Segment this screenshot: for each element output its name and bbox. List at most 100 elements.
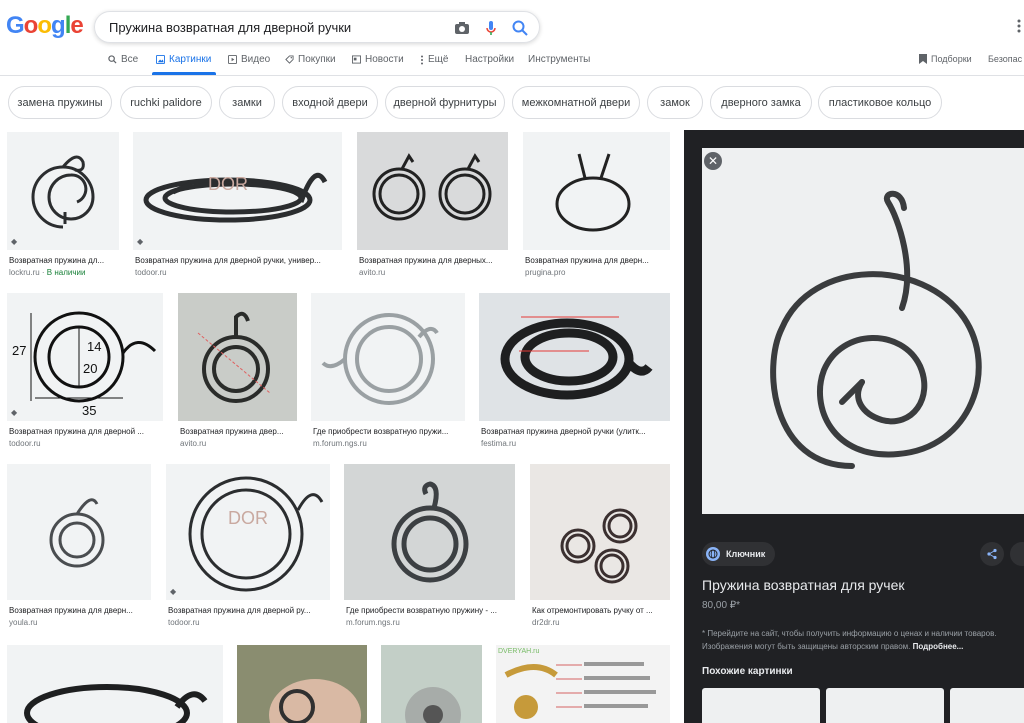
tag-icon: ◆ — [137, 237, 144, 246]
chip[interactable]: пластиковое кольцо — [818, 86, 942, 119]
bookmark-icon — [919, 54, 927, 64]
safesearch-link[interactable]: Безопас — [988, 54, 1022, 64]
preview-title[interactable]: Пружина возвратная для ручек — [702, 577, 905, 593]
spring-image — [49, 498, 105, 568]
tag-icon — [285, 55, 294, 64]
more-vert-icon — [421, 55, 423, 64]
tag-icon: ◆ — [11, 237, 18, 246]
spring-image — [197, 311, 271, 403]
chip[interactable]: замена пружины — [8, 86, 112, 119]
dimension-label: 20 — [83, 361, 97, 376]
result-source: dr2dr.ru — [532, 618, 560, 627]
result-image[interactable] — [178, 293, 297, 421]
result-caption[interactable]: Возвратная пружина дл... — [9, 256, 119, 265]
tab-settings[interactable]: Настройки — [465, 54, 514, 65]
result-image[interactable] — [344, 464, 515, 600]
chip[interactable]: дверного замка — [710, 86, 812, 119]
chip[interactable]: дверной фурнитуры — [385, 86, 505, 119]
result-image[interactable]: ◆ — [7, 132, 119, 250]
result-image[interactable] — [311, 293, 465, 421]
result-image[interactable]: DOR ◆ — [133, 132, 342, 250]
active-tab-indicator — [152, 72, 216, 75]
chip[interactable]: межкомнатной двери — [512, 86, 640, 119]
result-caption[interactable]: Как отремонтировать ручку от ... — [532, 606, 670, 615]
spring-image — [555, 153, 631, 232]
result-image[interactable] — [237, 645, 367, 723]
result-image[interactable] — [530, 464, 670, 600]
chip[interactable]: замки — [219, 86, 275, 119]
preview-price: 80,00 ₽* — [702, 600, 741, 611]
search-input[interactable]: Пружина возвратная для дверной ручки — [109, 20, 351, 35]
result-image[interactable]: 27 14 20 35 ◆ — [7, 293, 163, 421]
share-button[interactable] — [980, 542, 1004, 566]
source-site-chip[interactable]: Ключник — [702, 542, 776, 566]
tag-icon: ◆ — [170, 587, 177, 596]
result-source: youla.ru — [9, 618, 38, 627]
apps-icon[interactable] — [1016, 18, 1022, 34]
video-icon — [228, 55, 237, 64]
spring-image: DOR — [143, 172, 328, 223]
dimension-label: 35 — [82, 403, 96, 418]
search-icon — [108, 55, 117, 64]
tab-images[interactable]: Картинки — [156, 54, 211, 65]
result-caption[interactable]: Возвратная пружина для дверной ... — [9, 427, 163, 436]
result-source: todoor.ru — [168, 618, 200, 627]
result-source: lockru.ru · В наличии — [9, 268, 86, 277]
preview-image[interactable] — [702, 148, 1024, 514]
result-caption[interactable]: Возвратная пружина для дверных... — [359, 256, 508, 265]
result-image[interactable] — [7, 645, 223, 723]
door-mechanism-image — [405, 687, 461, 723]
result-caption[interactable]: Возвратная пружина дверной ручки (улитк.… — [481, 427, 670, 436]
news-icon — [352, 55, 361, 64]
search-icon[interactable] — [510, 18, 530, 38]
result-image[interactable] — [381, 645, 482, 723]
result-source: m.forum.ngs.ru — [313, 439, 367, 448]
result-source: avito.ru — [359, 268, 386, 277]
chip[interactable]: ruchki palidore — [120, 86, 212, 119]
dimension-label: 14 — [87, 339, 101, 354]
similar-image-thumb[interactable] — [826, 688, 944, 723]
spring-image: DOR — [188, 476, 324, 592]
result-caption[interactable]: Возвратная пружина для дверн... — [525, 256, 670, 265]
result-image[interactable]: DOR ◆ — [166, 464, 330, 600]
search-box[interactable]: Пружина возвратная для дверной ручки — [94, 11, 540, 43]
result-caption[interactable]: Где приобрести возвратную пружину - ... — [346, 606, 515, 615]
tab-tools[interactable]: Инструменты — [528, 54, 590, 65]
result-caption[interactable]: Где приобрести возвратную пружи... — [313, 427, 465, 436]
similar-image-thumb[interactable] — [702, 688, 820, 723]
save-button[interactable] — [1010, 542, 1024, 566]
collections-link[interactable]: Подборки — [919, 54, 972, 64]
result-source: todoor.ru — [9, 439, 41, 448]
tab-video[interactable]: Видео — [228, 54, 270, 65]
result-source: festima.ru — [481, 439, 517, 448]
spring-image — [24, 684, 208, 723]
spring-diagram: 27 14 20 35 — [12, 311, 157, 418]
handle-parts-diagram: DVERYAH.ru — [498, 648, 656, 719]
result-caption[interactable]: Возвратная пружина для дверной ру... — [168, 606, 330, 615]
watermark-text: DVERYAH.ru — [498, 648, 539, 655]
result-image[interactable] — [7, 464, 151, 600]
more-link[interactable]: Подробнее... — [913, 642, 964, 651]
tab-more[interactable]: Ещё — [420, 54, 448, 65]
tab-all[interactable]: Все — [108, 54, 138, 65]
result-image[interactable] — [523, 132, 670, 250]
google-logo[interactable]: Google — [6, 12, 84, 40]
result-source: prugina.pro — [525, 268, 566, 277]
result-image[interactable]: DVERYAH.ru — [496, 645, 670, 723]
tab-shopping[interactable]: Покупки — [285, 54, 336, 65]
tab-news[interactable]: Новости — [352, 54, 404, 65]
camera-icon[interactable] — [452, 18, 472, 38]
chip[interactable]: входной двери — [282, 86, 378, 119]
result-image[interactable] — [479, 293, 670, 421]
image-preview-panel: ✕ Ключник Пружина возвратная для ручек 8… — [684, 130, 1024, 723]
result-caption[interactable]: Возвратная пружина для дверной ручки, ун… — [135, 256, 342, 265]
related-chips: замена пружины ruchki palidore замки вхо… — [0, 86, 1024, 120]
result-caption[interactable]: Возвратная пружина для дверн... — [9, 606, 151, 615]
similar-image-thumb[interactable] — [950, 688, 1024, 723]
result-image[interactable] — [357, 132, 508, 250]
result-source: avito.ru — [180, 439, 207, 448]
close-preview-button[interactable]: ✕ — [704, 152, 722, 170]
microphone-icon[interactable] — [481, 18, 501, 38]
result-caption[interactable]: Возвратная пружина двер... — [180, 427, 297, 436]
chip[interactable]: замок — [647, 86, 703, 119]
